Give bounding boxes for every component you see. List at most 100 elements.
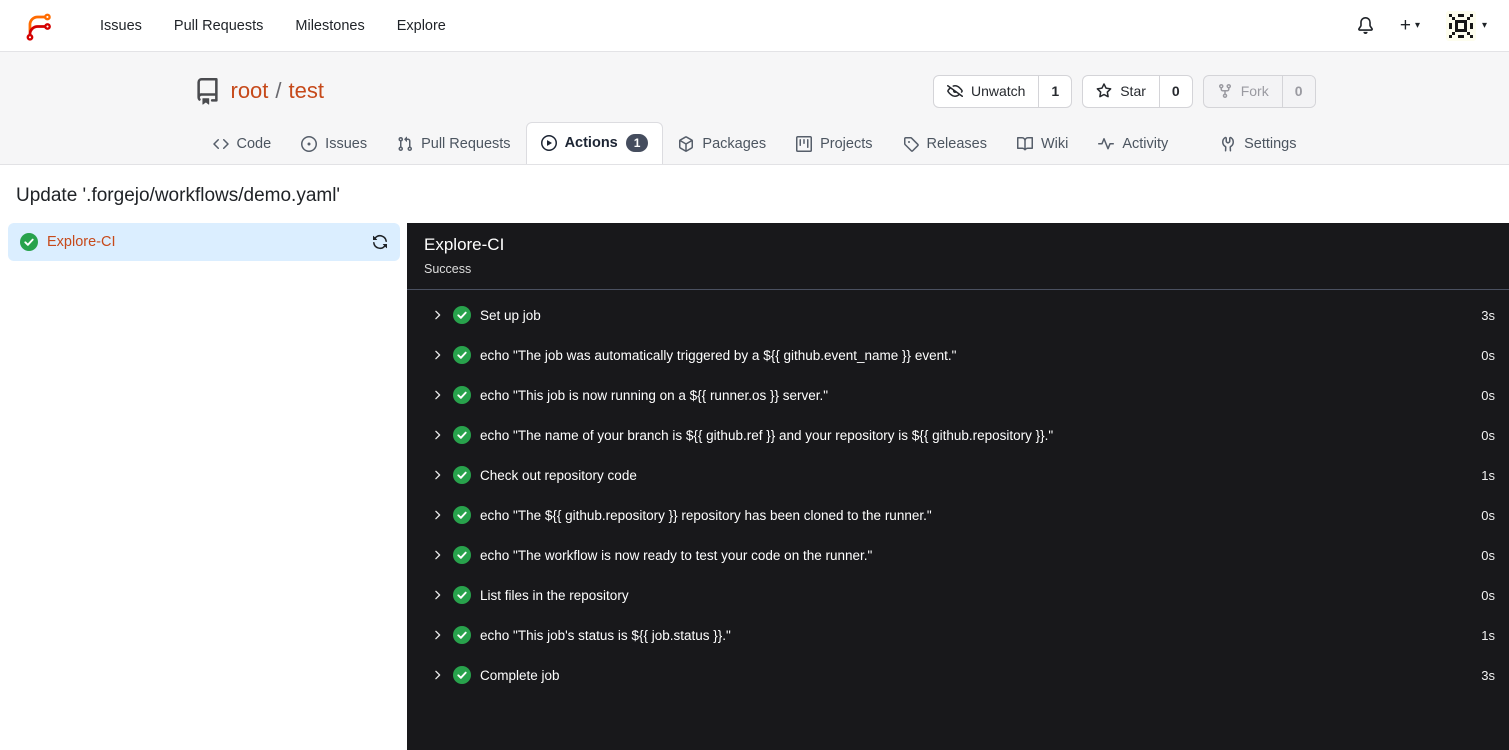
tab-projects-label: Projects: [820, 136, 873, 152]
chevron-down-icon: ▾: [1414, 20, 1420, 31]
issue-opened-icon: [301, 136, 318, 152]
repo-book-icon: [194, 77, 221, 105]
job-step-row[interactable]: Complete job 3s: [407, 655, 1509, 695]
unwatch-button[interactable]: Unwatch 1: [932, 74, 1073, 108]
job-step-row[interactable]: Check out repository code 1s: [407, 455, 1509, 495]
actions-count-badge: 1: [625, 134, 649, 152]
step-duration: 0s: [1481, 507, 1495, 523]
avatar: [1445, 10, 1476, 41]
step-success-icon: [453, 546, 471, 564]
step-duration: 0s: [1481, 347, 1495, 363]
chevron-right-icon: [430, 668, 444, 682]
tab-projects[interactable]: Projects: [781, 124, 887, 164]
tab-pull-requests[interactable]: Pull Requests: [382, 124, 525, 164]
tab-pull-requests-label: Pull Requests: [421, 136, 511, 152]
job-step-row[interactable]: echo "The job was automatically triggere…: [407, 335, 1509, 375]
fork-icon: [1217, 83, 1233, 99]
tab-actions-label: Actions: [564, 135, 618, 151]
navbar-right: + ▾ ▾: [1357, 10, 1487, 41]
step-name: List files in the repository: [480, 587, 629, 603]
tab-issues[interactable]: Issues: [286, 124, 382, 164]
code-icon: [212, 136, 229, 152]
repo-tabs: Code Issues Pull Requests Actions 1 Pack…: [194, 122, 1316, 164]
job-step-row[interactable]: echo "This job is now running on a ${{ r…: [407, 375, 1509, 415]
step-name: Set up job: [480, 307, 541, 323]
job-item-explore-ci[interactable]: Explore-CI: [8, 223, 400, 261]
pulse-icon: [1098, 136, 1115, 152]
repo-header: root / test Unwatch 1 Star 0 Fork 0 Code…: [0, 52, 1509, 165]
job-step-row[interactable]: List files in the repository 0s: [407, 575, 1509, 615]
star-label: Star: [1120, 83, 1146, 99]
tab-wiki[interactable]: Wiki: [1002, 124, 1083, 164]
chevron-down-icon: ▾: [1481, 20, 1487, 31]
step-name: echo "The workflow is now ready to test …: [480, 547, 873, 563]
repo-name-link[interactable]: test: [289, 78, 324, 104]
repo-owner-link[interactable]: root: [231, 78, 269, 104]
job-step-row[interactable]: echo "The name of your branch is ${{ git…: [407, 415, 1509, 455]
repo-title-row: root / test Unwatch 1 Star 0 Fork 0: [194, 70, 1316, 112]
navbar-links: Issues Pull Requests Milestones Explore: [84, 0, 462, 52]
step-name: echo "This job is now running on a ${{ r…: [480, 387, 829, 403]
tab-releases[interactable]: Releases: [888, 124, 1002, 164]
tag-icon: [903, 136, 919, 152]
step-duration: 0s: [1481, 587, 1495, 603]
package-icon: [678, 136, 694, 152]
navbar-item-explore[interactable]: Explore: [381, 0, 462, 52]
job-title: Explore-CI: [424, 235, 505, 254]
tab-packages[interactable]: Packages: [663, 124, 781, 164]
plus-icon: +: [1399, 15, 1411, 36]
step-name: Check out repository code: [480, 467, 637, 483]
fork-label: Fork: [1240, 83, 1269, 99]
tools-icon: [1220, 136, 1236, 152]
job-step-row[interactable]: echo "The workflow is now ready to test …: [407, 535, 1509, 575]
watch-count[interactable]: 1: [1038, 75, 1071, 107]
create-new-dropdown[interactable]: + ▾: [1400, 16, 1420, 35]
fork-button: Fork 0: [1202, 74, 1316, 108]
star-icon: [1096, 83, 1112, 99]
star-button[interactable]: Star 0: [1082, 74, 1193, 108]
step-duration: 1s: [1481, 467, 1495, 483]
job-step-row[interactable]: echo "The ${{ github.repository }} repos…: [407, 495, 1509, 535]
navbar-item-issues[interactable]: Issues: [84, 0, 158, 52]
tab-releases-label: Releases: [926, 136, 987, 152]
navbar-item-pull-requests[interactable]: Pull Requests: [158, 0, 279, 52]
tab-settings[interactable]: Settings: [1205, 124, 1311, 164]
step-success-icon: [453, 626, 471, 644]
user-menu[interactable]: ▾: [1445, 10, 1487, 41]
chevron-right-icon: [430, 308, 444, 322]
unwatch-label: Unwatch: [970, 83, 1026, 99]
step-duration: 0s: [1481, 427, 1495, 443]
step-name: Complete job: [480, 667, 560, 683]
tab-code[interactable]: Code: [198, 124, 287, 164]
tab-packages-label: Packages: [702, 136, 767, 152]
step-success-icon: [453, 466, 471, 484]
run-title: Update '.forgejo/workflows/demo.yaml': [16, 185, 341, 206]
eye-closed-icon: [946, 83, 963, 99]
job-log-header: Explore-CI Success: [407, 223, 1509, 290]
step-name: echo "This job's status is ${{ job.statu…: [480, 627, 731, 643]
chevron-right-icon: [430, 468, 444, 482]
navbar-item-milestones[interactable]: Milestones: [279, 0, 380, 52]
fork-count: 0: [1281, 75, 1315, 107]
step-name: echo "The job was automatically triggere…: [480, 347, 957, 363]
repo-action-buttons: Unwatch 1 Star 0 Fork 0: [932, 74, 1316, 108]
tab-actions[interactable]: Actions 1: [525, 122, 664, 164]
job-step-row[interactable]: Set up job 3s: [407, 295, 1509, 335]
success-check-icon: [20, 233, 38, 251]
step-success-icon: [453, 666, 471, 684]
actions-run-page: Update '.forgejo/workflows/demo.yaml' Ex…: [0, 165, 1509, 750]
tab-issues-label: Issues: [325, 136, 368, 152]
notifications-bell-icon[interactable]: [1357, 17, 1374, 34]
job-step-row[interactable]: echo "This job's status is ${{ job.statu…: [407, 615, 1509, 655]
tab-activity[interactable]: Activity: [1083, 124, 1183, 164]
job-steps-list: Set up job 3s echo "The job was automati…: [407, 290, 1509, 695]
star-count[interactable]: 0: [1158, 75, 1192, 107]
project-icon: [796, 136, 813, 152]
chevron-right-icon: [430, 348, 444, 362]
book-icon: [1016, 136, 1033, 152]
step-name: echo "The name of your branch is ${{ git…: [480, 427, 1054, 443]
rerun-sync-icon[interactable]: [372, 234, 388, 250]
forgejo-logo-icon[interactable]: [22, 9, 56, 43]
tab-activity-label: Activity: [1122, 136, 1169, 152]
step-success-icon: [453, 506, 471, 524]
